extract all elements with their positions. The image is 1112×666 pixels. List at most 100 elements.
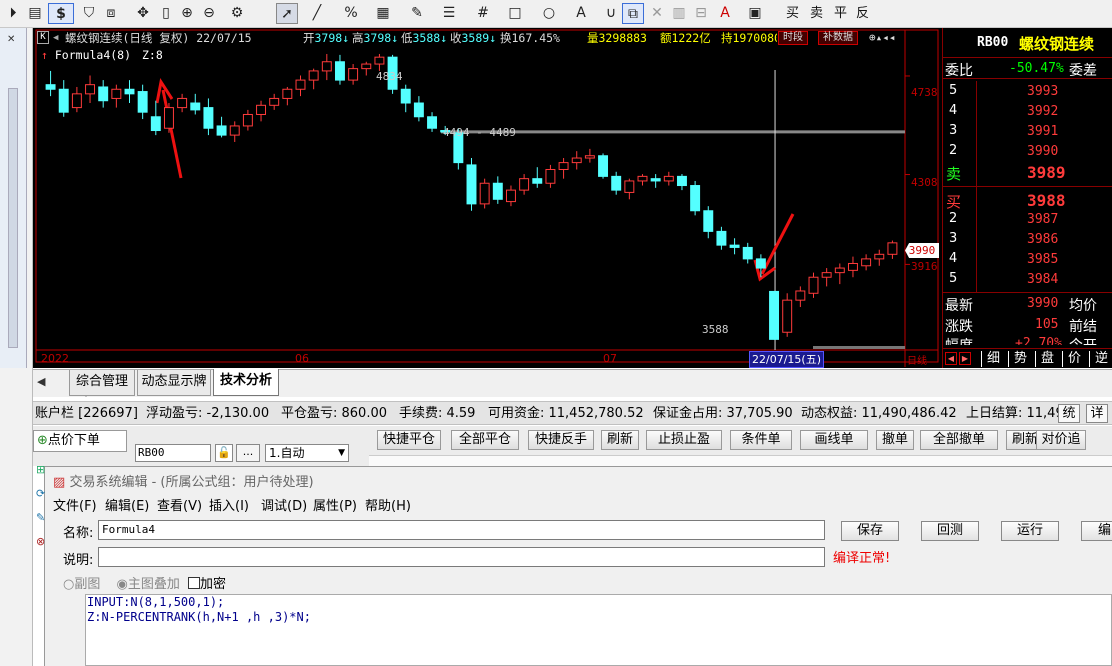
- order-button-8[interactable]: 全部撤单: [920, 430, 998, 450]
- line-draw-icon[interactable]: ╱: [308, 3, 326, 24]
- order-button-0[interactable]: 快捷平仓: [377, 430, 441, 450]
- close-position-button[interactable]: 平: [834, 3, 847, 24]
- chart-compare-icon[interactable]: ⧈: [102, 3, 120, 24]
- edit-icon[interactable]: ✎: [36, 506, 46, 530]
- order-button-1[interactable]: 全部平仓: [451, 430, 519, 450]
- trash-icon[interactable]: ▥: [670, 3, 688, 24]
- order-button-5[interactable]: 条件单: [730, 430, 792, 450]
- sub-chart-radio[interactable]: ○副图: [63, 577, 100, 592]
- period-tag: 日线: [907, 356, 927, 367]
- code-editor[interactable]: INPUT:N(8,1,500,1); Z:N-PERCENTRANK(h,N+…: [85, 594, 1112, 666]
- run-button[interactable]: 运行: [1001, 521, 1059, 541]
- quick-order-tab[interactable]: ⊕点价下单: [33, 430, 127, 452]
- plus-icon[interactable]: ⊞: [36, 458, 46, 482]
- backtest-button[interactable]: 回测: [921, 521, 979, 541]
- copy-icon[interactable]: ⧉: [622, 3, 644, 24]
- desc-input[interactable]: [98, 547, 825, 567]
- save-icon[interactable]: ▣: [746, 3, 764, 24]
- hash-icon[interactable]: #: [474, 3, 492, 24]
- next-arrow-icon[interactable]: ▶: [959, 352, 971, 365]
- magnet-icon[interactable]: ∪: [602, 3, 620, 24]
- menu-item[interactable]: 文件(F): [53, 495, 97, 514]
- tab-scroll-left-icon[interactable]: ◀: [37, 375, 45, 388]
- order-button-3[interactable]: 刷新: [601, 430, 639, 450]
- menu-item[interactable]: 帮助(H): [365, 495, 411, 514]
- tab-dynamic-board[interactable]: 动态显示牌: [137, 370, 211, 396]
- save-button[interactable]: 保存: [841, 521, 899, 541]
- order-button-10[interactable]: 对价追: [1036, 430, 1086, 450]
- period-button[interactable]: 时段: [778, 31, 808, 45]
- menu-item[interactable]: 查看(V): [157, 495, 202, 514]
- volume-field: 量3298883: [587, 31, 647, 45]
- open-field: 开3798↓: [303, 31, 350, 45]
- orderbook-tab[interactable]: 逆: [1089, 351, 1112, 367]
- turnover-field: 换167.45%: [500, 31, 560, 45]
- main-overlay-radio[interactable]: ◉主图叠加: [117, 577, 180, 592]
- order-button-4[interactable]: 止损止盈: [646, 430, 722, 450]
- order-button-6[interactable]: 画线单: [800, 430, 868, 450]
- compile-button[interactable]: 编: [1081, 521, 1112, 541]
- stats-button[interactable]: 统: [1058, 404, 1080, 423]
- tab-technical-analysis[interactable]: 技术分析: [213, 369, 279, 396]
- text-a-icon[interactable]: A: [572, 3, 590, 24]
- orderbook-tab[interactable]: 细: [981, 351, 1005, 367]
- move-icon[interactable]: ✥: [134, 3, 152, 24]
- mode-select[interactable]: 1.自动 ▼: [265, 444, 349, 462]
- cursor-icon[interactable]: ➚: [276, 3, 298, 24]
- vertical-bar-icon[interactable]: ▯: [157, 3, 175, 24]
- dollar-icon[interactable]: $: [48, 3, 74, 24]
- tab-overview[interactable]: 综合管理: [69, 370, 135, 396]
- order-button-7[interactable]: 撤单: [876, 430, 914, 450]
- gear-icon[interactable]: ⚙: [228, 3, 246, 24]
- candle-body: [427, 116, 438, 129]
- percent-icon[interactable]: %: [342, 3, 360, 24]
- price-label-1: 4738: [911, 86, 938, 99]
- formula-label: Formula4(8): [54, 48, 132, 62]
- filter-icon[interactable]: ⛉: [80, 3, 98, 24]
- candle-body: [177, 97, 188, 109]
- left-arrow-icon[interactable]: ◀: [53, 29, 58, 47]
- lock-icon[interactable]: 🔓: [215, 444, 233, 462]
- stop-icon[interactable]: ⊗: [36, 530, 46, 554]
- menu-item[interactable]: 插入(I): [209, 495, 249, 514]
- current-price-tag: 3990: [905, 243, 939, 258]
- chart-canvas[interactable]: [33, 28, 942, 368]
- detail-button[interactable]: 详: [1086, 404, 1108, 423]
- menu-item[interactable]: 调试(D): [261, 495, 307, 514]
- order-button-2[interactable]: 快捷反手: [528, 430, 594, 450]
- calendar-grid-icon[interactable]: ▦: [374, 3, 392, 24]
- encrypt-checkbox[interactable]: 加密: [188, 577, 226, 592]
- orderbook-tab[interactable]: 势: [1008, 351, 1032, 367]
- more-button[interactable]: ...: [236, 444, 260, 462]
- kline-chart[interactable]: ↑ Formula4(8) Z:8 4834 4494 - 4489 3588 …: [33, 28, 942, 368]
- chart-controls-icon[interactable]: ⊕▴◂◂: [869, 29, 896, 47]
- name-input[interactable]: Formula4: [98, 520, 825, 540]
- menu-item[interactable]: 编辑(E): [105, 495, 149, 514]
- refresh-icon[interactable]: ⟳: [36, 482, 46, 506]
- play-circle-icon[interactable]: ⏵: [4, 3, 22, 24]
- pen-icon[interactable]: ✎: [408, 3, 426, 24]
- symbol-input[interactable]: RB00: [135, 444, 211, 462]
- sell-button[interactable]: 卖: [810, 3, 823, 24]
- k-toggle-icon[interactable]: K: [37, 31, 49, 44]
- lock-icon[interactable]: ⊟: [692, 3, 710, 24]
- zoom-out-icon[interactable]: ⊖: [200, 3, 218, 24]
- rectangle-icon[interactable]: □: [506, 3, 524, 24]
- buy-button[interactable]: 买: [786, 3, 799, 24]
- menu-item[interactable]: 属性(P): [313, 495, 357, 514]
- ask-level: 5: [949, 83, 958, 98]
- left-scrollbar[interactable]: [8, 88, 18, 348]
- fill-data-button[interactable]: 补数据: [818, 31, 858, 45]
- font-color-icon[interactable]: A: [716, 3, 734, 24]
- reverse-button[interactable]: 反: [856, 3, 869, 24]
- candle-body: [782, 299, 793, 333]
- pin-icon[interactable]: ✕: [7, 34, 15, 45]
- circle-icon[interactable]: ○: [540, 3, 558, 24]
- prev-arrow-icon[interactable]: ◀: [945, 352, 957, 365]
- document-icon[interactable]: ▤: [26, 3, 44, 24]
- align-icon[interactable]: ☰: [440, 3, 458, 24]
- zoom-in-icon[interactable]: ⊕: [178, 3, 196, 24]
- orderbook-tab[interactable]: 盘: [1035, 351, 1059, 367]
- delete-icon[interactable]: ✕: [648, 3, 666, 24]
- orderbook-tab[interactable]: 价: [1062, 351, 1086, 367]
